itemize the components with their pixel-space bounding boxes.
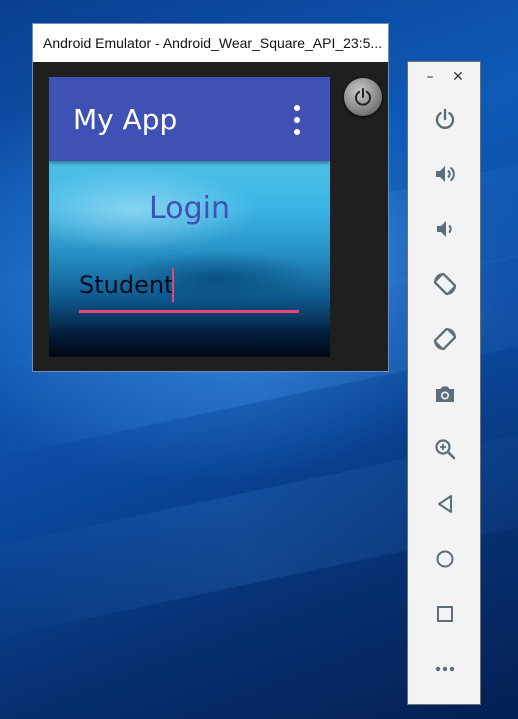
- volume-down-icon: [437, 221, 452, 237]
- student-input[interactable]: Student: [79, 265, 299, 313]
- zoom-icon: [435, 439, 456, 460]
- camera-icon: [436, 386, 454, 402]
- power-icon: [355, 88, 371, 106]
- minimize-button[interactable]: –: [421, 70, 439, 84]
- overview-button[interactable]: [425, 594, 465, 634]
- volume-down-button[interactable]: [425, 209, 465, 249]
- back-triangle-icon: [438, 495, 452, 513]
- overview-square-icon: [437, 606, 453, 622]
- emulator-side-toolbar: – ✕: [407, 61, 481, 705]
- zoom-button[interactable]: [425, 429, 465, 469]
- app-bar: My App: [49, 77, 330, 161]
- back-button[interactable]: [425, 484, 465, 524]
- overflow-menu-icon[interactable]: [287, 105, 307, 135]
- rotate-left-button[interactable]: [425, 264, 465, 304]
- home-circle-icon: [436, 550, 454, 568]
- more-button[interactable]: [425, 649, 465, 689]
- toolbar-power-button[interactable]: [425, 99, 465, 139]
- input-underline: [79, 310, 299, 313]
- text-caret: [172, 268, 174, 302]
- rotate-right-button[interactable]: [425, 319, 465, 359]
- volume-up-icon: [436, 166, 455, 182]
- rotate-left-icon: [433, 272, 457, 296]
- device-power-button[interactable]: [344, 78, 382, 116]
- app-body: Login Student: [49, 161, 330, 357]
- emulator-window-title: Android Emulator - Android_Wear_Square_A…: [43, 35, 383, 51]
- app-title: My App: [73, 103, 178, 136]
- login-heading: Login: [149, 191, 230, 226]
- emulator-titlebar[interactable]: Android Emulator - Android_Wear_Square_A…: [33, 24, 388, 62]
- power-icon: [435, 108, 455, 130]
- more-dots-icon: [435, 666, 455, 672]
- home-button[interactable]: [425, 539, 465, 579]
- volume-up-button[interactable]: [425, 154, 465, 194]
- rotate-right-icon: [433, 327, 457, 351]
- emulator-window: Android Emulator - Android_Wear_Square_A…: [32, 23, 389, 372]
- screenshot-button[interactable]: [425, 374, 465, 414]
- close-button[interactable]: ✕: [449, 70, 467, 84]
- student-input-value: Student: [79, 271, 174, 299]
- device-screen: My App Login Student: [49, 77, 330, 357]
